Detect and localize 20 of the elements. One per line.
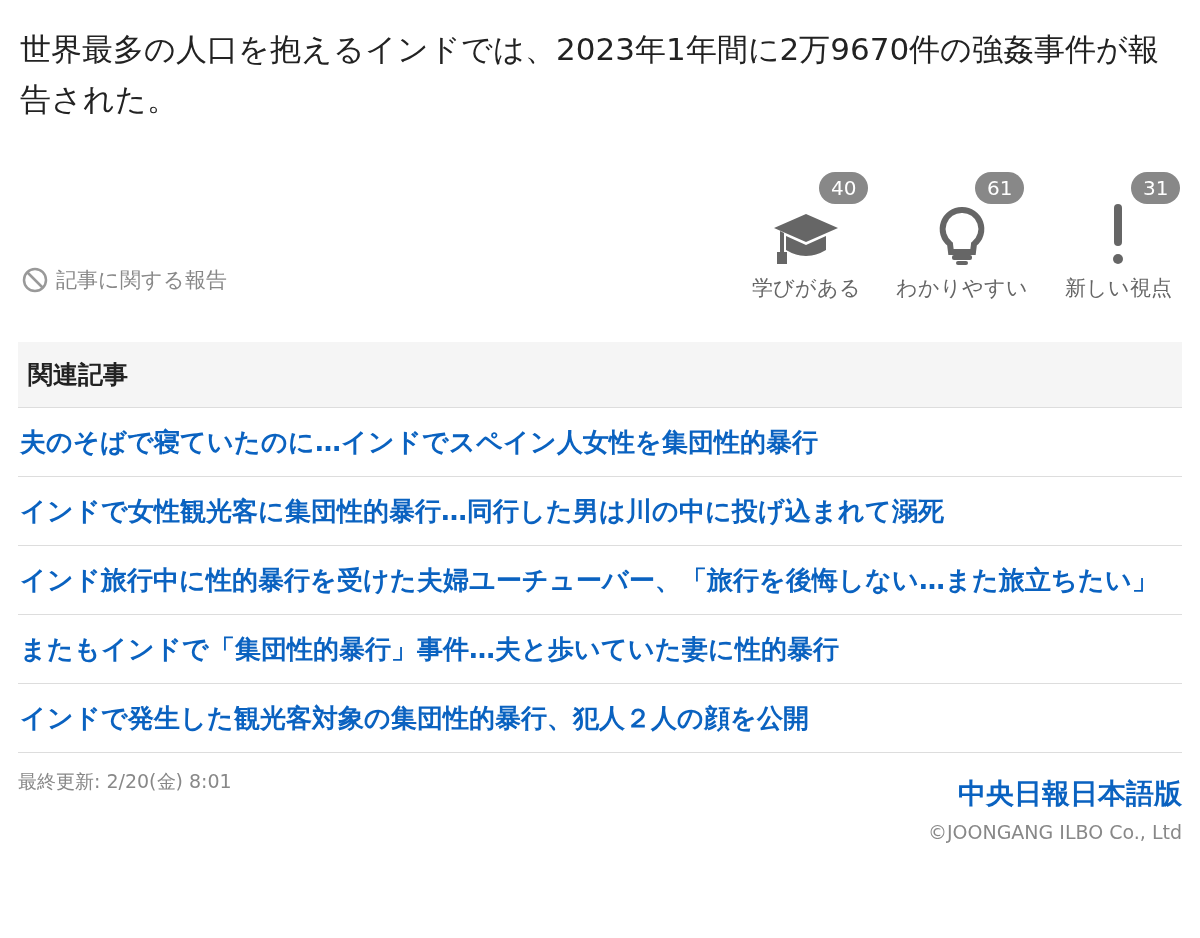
report-link[interactable]: 記事に関する報告 xyxy=(22,266,227,294)
article-link[interactable]: インド旅行中に性的暴行を受けた夫婦ユーチューバー、「旅行を後悔しない…また旅立ちたい」 xyxy=(18,545,1182,614)
lightbulb-icon xyxy=(937,206,987,266)
count-badge: 40 xyxy=(819,172,869,204)
article-link[interactable]: またもインドで「集団性的暴行」事件…夫と歩いていた妻に性的暴行 xyxy=(18,614,1182,683)
reaction-button[interactable]: 40 学びがある xyxy=(742,172,870,302)
article-link[interactable]: インドで女性観光客に集団性的暴行…同行した男は川の中に投げ込まれて溺死 xyxy=(18,476,1182,545)
section-header: 関連記事 xyxy=(18,342,1182,407)
count-badge: 61 xyxy=(975,172,1025,204)
ban-icon xyxy=(22,267,48,293)
source-link[interactable]: 中央日報日本語版 xyxy=(958,775,1182,813)
copyright: ©JOONGANG ILBO Co., Ltd xyxy=(927,821,1182,843)
reaction-button[interactable]: 61 わかりやすい xyxy=(898,172,1026,302)
reaction-button[interactable]: 31 新しい視点 xyxy=(1054,172,1182,302)
article-paragraph: 世界最多の人口を抱えるインドでは、2023年1年間に2万9670件の強姦事件が報告された。 xyxy=(20,30,1161,119)
last-updated: 最終更新: 2/20(金) 8:01 xyxy=(18,769,232,794)
article-link[interactable]: 夫のそばで寝ていたのに…インドでスペイン人女性を集団性的暴行 xyxy=(18,407,1182,476)
article-link[interactable]: インドで発生した観光客対象の集団性的暴行、犯人２人の顔を公開 xyxy=(18,683,1182,752)
count-badge: 31 xyxy=(1131,172,1181,204)
exclamation-icon xyxy=(1110,202,1126,266)
